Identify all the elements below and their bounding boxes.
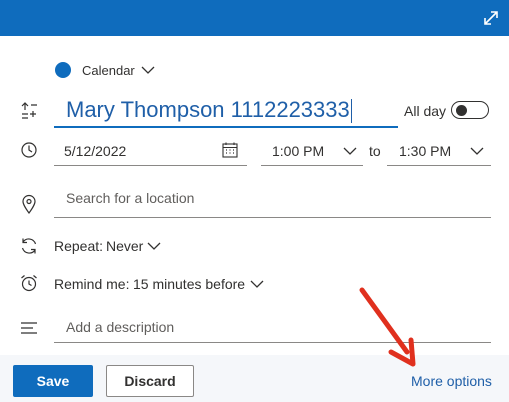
description-input[interactable]: Add a description xyxy=(54,313,491,343)
location-pin-icon xyxy=(18,193,40,215)
text-cursor xyxy=(350,99,352,124)
repeat-icon xyxy=(18,235,40,257)
event-title-input[interactable]: Mary Thompson 1112223333 xyxy=(54,94,398,128)
chevron-down-icon[interactable] xyxy=(342,144,358,158)
all-day-toggle[interactable] xyxy=(451,101,489,119)
calendar-icon[interactable] xyxy=(221,141,239,159)
all-day-label: All day xyxy=(404,103,447,119)
event-title-icon xyxy=(18,100,40,122)
calendar-color-dot xyxy=(55,62,71,78)
end-time-value: 1:30 PM xyxy=(399,143,452,159)
location-placeholder: Search for a location xyxy=(66,190,195,206)
reminder-label: Remind me: xyxy=(54,276,130,292)
date-field[interactable]: 5/12/2022 xyxy=(54,136,247,166)
clock-icon xyxy=(18,139,40,161)
repeat-label: Repeat: xyxy=(54,238,104,254)
red-arrow-annotation xyxy=(359,287,416,367)
chevron-down-icon[interactable] xyxy=(140,63,156,77)
description-placeholder: Add a description xyxy=(66,319,175,335)
more-options-link[interactable]: More options xyxy=(411,373,492,389)
time-range-separator: to xyxy=(369,143,381,159)
repeat-value[interactable]: Never xyxy=(106,238,143,254)
save-button[interactable]: Save xyxy=(13,365,93,397)
expand-icon[interactable] xyxy=(481,8,501,28)
calendar-selector-label[interactable]: Calendar xyxy=(82,63,135,78)
start-time-field[interactable]: 1:00 PM xyxy=(261,136,363,166)
discard-button[interactable]: Discard xyxy=(106,365,194,397)
chevron-down-icon[interactable] xyxy=(146,239,162,253)
alarm-icon xyxy=(18,272,40,294)
reminder-value[interactable]: 15 minutes before xyxy=(133,276,245,292)
location-input[interactable]: Search for a location xyxy=(54,183,491,218)
date-value: 5/12/2022 xyxy=(64,143,127,159)
event-title-value: Mary Thompson 1112223333 xyxy=(66,97,350,122)
toggle-knob xyxy=(456,104,467,116)
chevron-down-icon[interactable] xyxy=(249,277,265,291)
start-time-value: 1:00 PM xyxy=(272,143,325,159)
chevron-down-icon[interactable] xyxy=(469,144,485,158)
description-lines-icon xyxy=(18,317,40,339)
end-time-field[interactable]: 1:30 PM xyxy=(387,136,491,166)
panel-header xyxy=(0,0,509,36)
